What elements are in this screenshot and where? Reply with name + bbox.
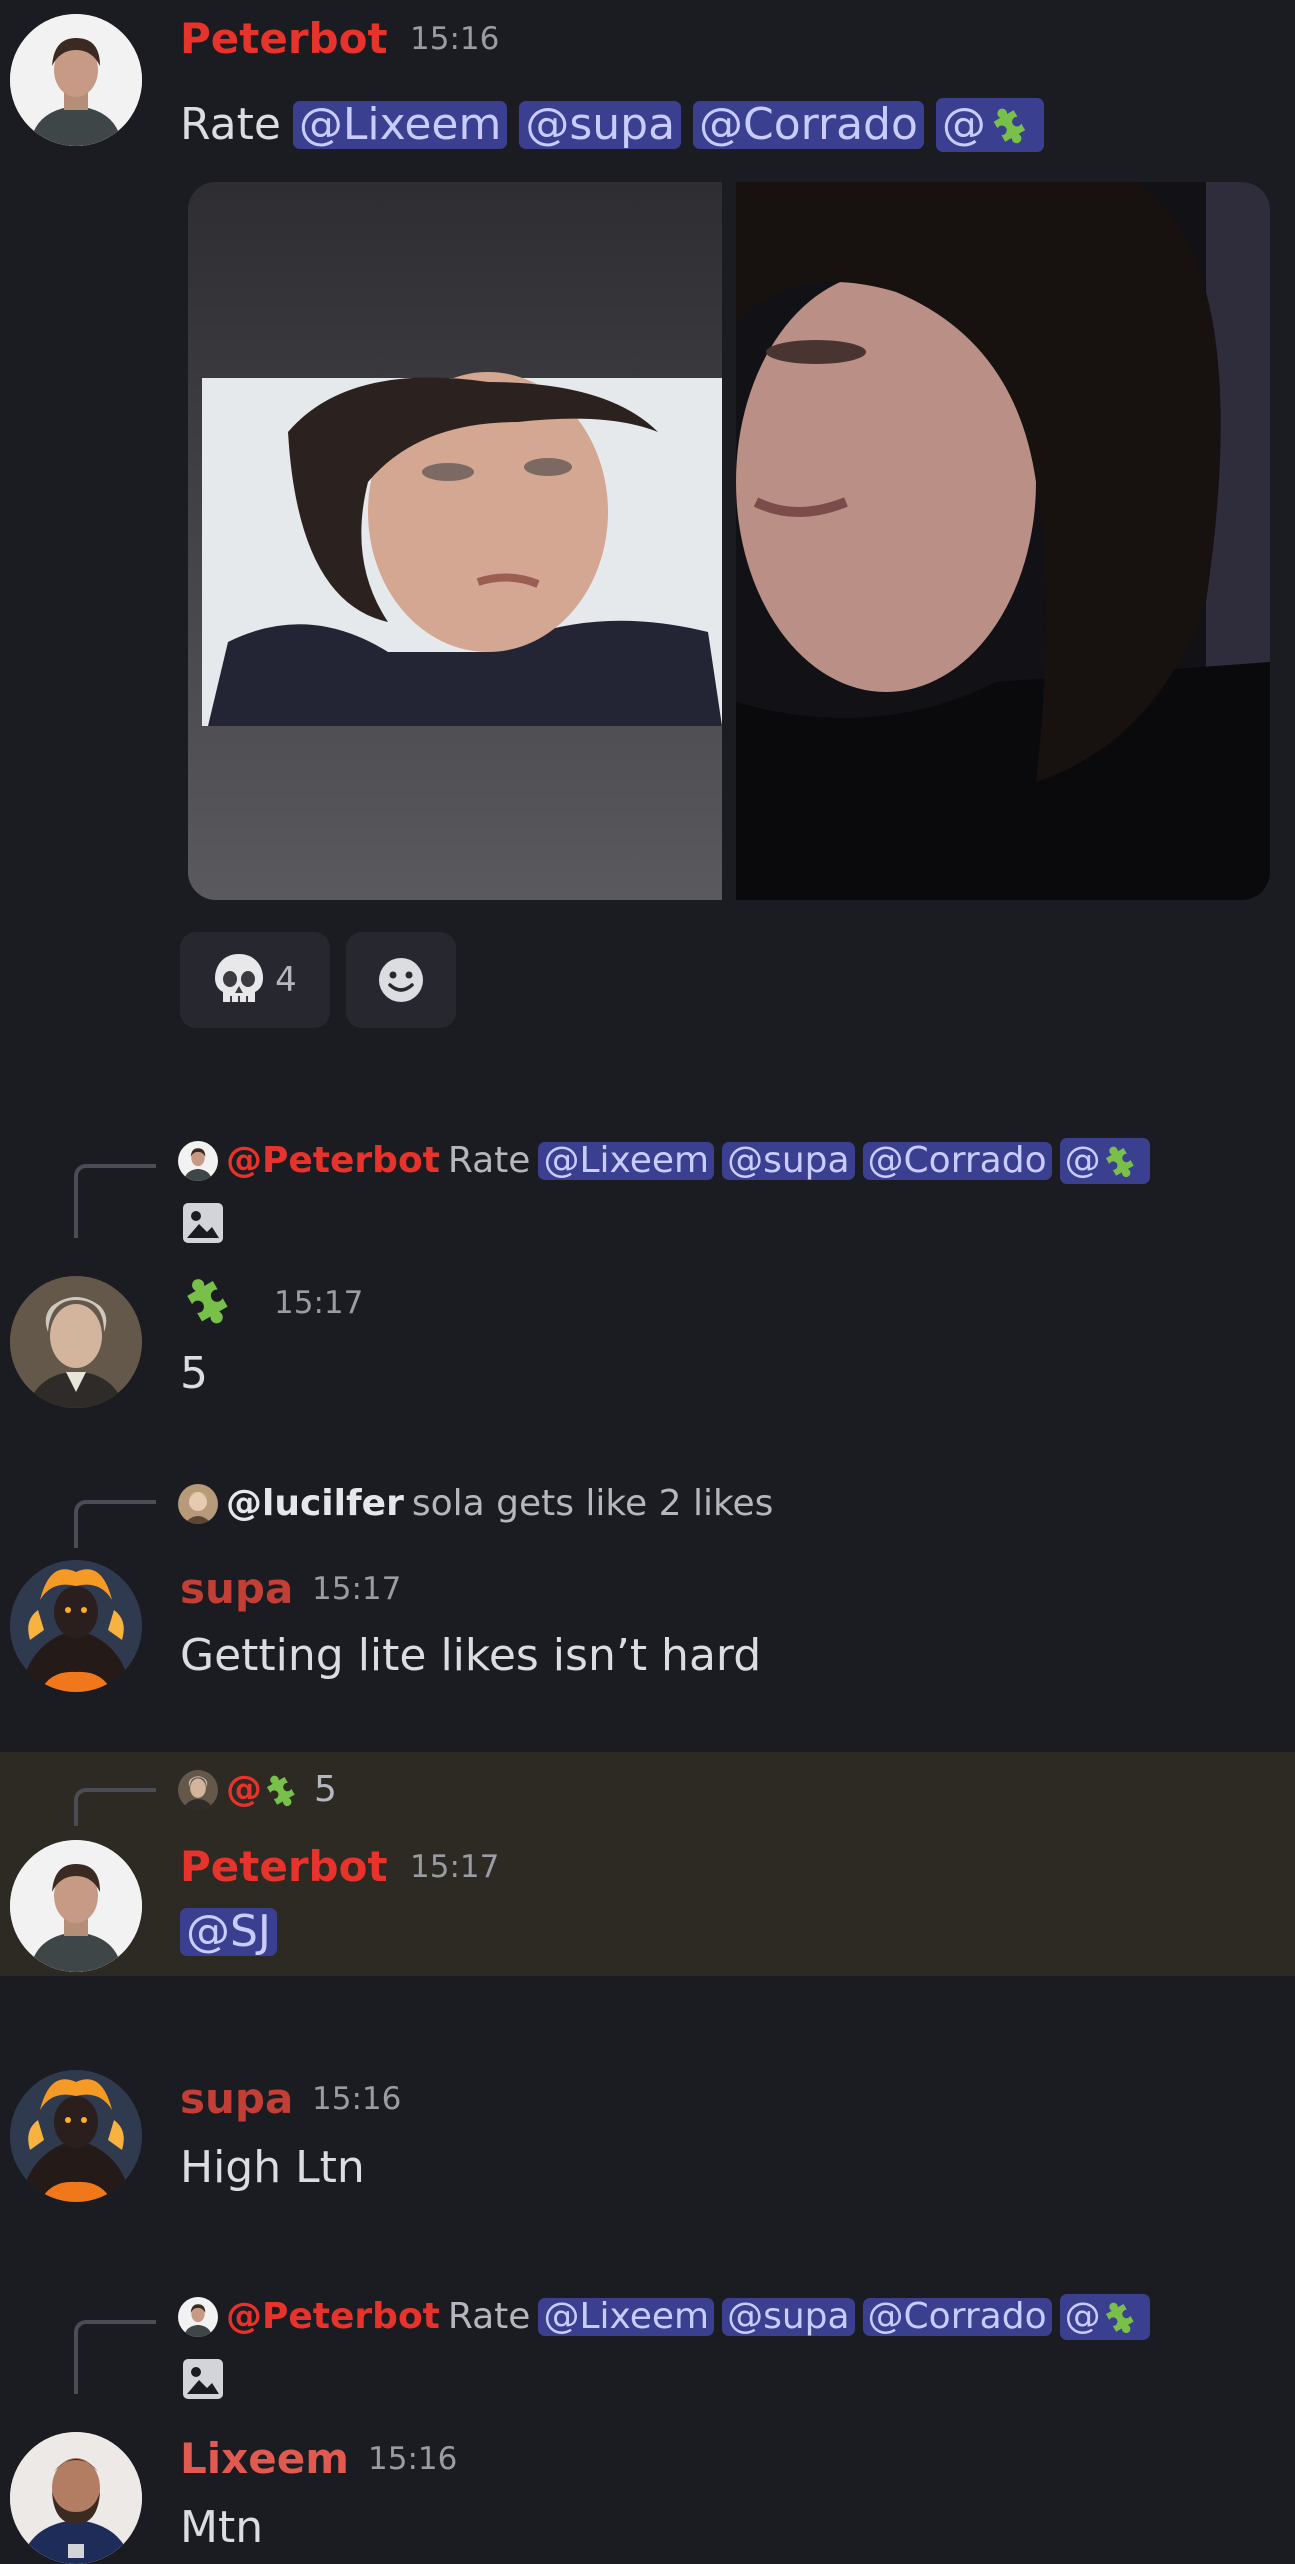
reply-text: 5	[314, 1769, 337, 1810]
reply-mention-at: @	[1064, 2296, 1101, 2337]
reply-mention-supa: @supa	[722, 1142, 855, 1180]
reply-preview[interactable]: @Peterbot Rate @Lixeem @supa @Corrado @	[178, 2294, 1150, 2340]
reply-avatar	[178, 1484, 218, 1524]
reply-author: @	[226, 1769, 262, 1810]
author-name[interactable]: Lixeem	[180, 2438, 349, 2480]
mention-corrado[interactable]: @Corrado	[693, 101, 924, 149]
avatar[interactable]	[10, 1276, 142, 1408]
message-text: High Ltn	[180, 2142, 365, 2193]
mention-at: @	[941, 99, 986, 150]
reply-mention-corrado: @Corrado	[862, 1142, 1052, 1180]
reply-mention-lixeem: @Lixeem	[538, 2298, 715, 2336]
reply-text: Rate	[447, 2296, 531, 2337]
add-reaction-button[interactable]	[346, 932, 456, 1028]
reply-mention-supa: @supa	[722, 2298, 855, 2336]
reply-preview[interactable]: @ 5	[178, 1768, 337, 1812]
reply-connector	[74, 2320, 156, 2394]
image-icon	[180, 1200, 226, 1250]
reply-text: sola gets like 2 likes	[411, 1483, 774, 1524]
reply-mention-corrado: @Corrado	[862, 2298, 1052, 2336]
timestamp: 15:17	[312, 1571, 402, 1607]
reply-mention-at: @	[1064, 1140, 1101, 1181]
puzzle-icon	[182, 1272, 233, 1330]
timestamp: 15:16	[312, 2081, 402, 2117]
reply-avatar	[178, 2297, 218, 2337]
message-text: Rate	[180, 99, 281, 150]
message-text: Mtn	[180, 2502, 264, 2553]
puzzle-icon	[263, 1771, 299, 1811]
avatar[interactable]	[10, 2432, 142, 2564]
timestamp: 15:16	[410, 21, 500, 57]
author-name[interactable]: supa	[180, 2078, 293, 2120]
reply-preview[interactable]: @Peterbot Rate @Lixeem @supa @Corrado @	[178, 1138, 1150, 1184]
reply-mention-puzzle: @	[1059, 1138, 1150, 1184]
mention-sj[interactable]: @SJ	[180, 1908, 277, 1956]
reply-connector	[74, 1164, 156, 1238]
puzzle-icon	[1102, 1142, 1137, 1182]
reply-connector	[74, 1788, 156, 1826]
image-icon	[180, 2356, 226, 2406]
mention-supa[interactable]: @supa	[519, 101, 682, 149]
mention-puzzle-user[interactable]: @	[935, 98, 1044, 152]
author-name[interactable]: Peterbot	[180, 18, 388, 60]
author-icon[interactable]	[180, 1268, 244, 1336]
timestamp: 15:17	[410, 1849, 500, 1885]
reply-connector	[74, 1500, 156, 1548]
image-attachment-1[interactable]	[188, 182, 722, 900]
reply-avatar	[178, 1141, 218, 1181]
reply-mention-puzzle: @	[1059, 2294, 1150, 2340]
timestamp: 15:17	[274, 1285, 364, 1321]
timestamp: 15:16	[368, 2441, 458, 2477]
reaction-count: 4	[275, 960, 297, 1000]
avatar[interactable]	[10, 1840, 142, 1972]
message-text: Getting lite likes isn’t hard	[180, 1630, 762, 1681]
reply-author[interactable]: @lucilfer	[226, 1486, 404, 1522]
puzzle-icon	[1102, 2298, 1137, 2338]
avatar[interactable]	[10, 2070, 142, 2202]
mention-lixeem[interactable]: @Lixeem	[292, 101, 508, 149]
reply-author[interactable]: @Peterbot	[226, 1143, 440, 1179]
add-reaction-icon	[379, 958, 423, 1002]
image-attachment-2[interactable]	[736, 182, 1270, 900]
avatar[interactable]	[10, 1560, 142, 1692]
reply-avatar	[178, 1770, 218, 1810]
reply-author[interactable]: @Peterbot	[226, 2299, 440, 2335]
skull-icon	[215, 954, 264, 1002]
message-content: @SJ	[180, 1908, 277, 1956]
puzzle-icon	[989, 103, 1029, 149]
author-name[interactable]: supa	[180, 1568, 293, 1610]
reply-text: Rate	[447, 1140, 531, 1181]
author-name[interactable]: Peterbot	[180, 1846, 388, 1888]
avatar[interactable]	[10, 14, 142, 146]
reaction-skull[interactable]: 4	[180, 932, 330, 1028]
reply-mention-lixeem: @Lixeem	[538, 1142, 715, 1180]
message-content: Rate @Lixeem @supa @Corrado @	[180, 98, 1044, 152]
reply-preview[interactable]: @lucilfer sola gets like 2 likes	[178, 1484, 773, 1524]
reply-author-mention[interactable]: @	[226, 1768, 306, 1812]
message-text: 5	[180, 1348, 208, 1399]
